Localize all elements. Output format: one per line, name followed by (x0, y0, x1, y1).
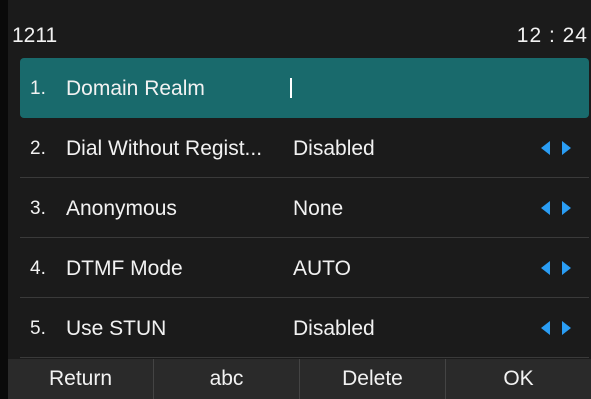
settings-list: 1. Domain Realm 2. Dial Without Regist..… (20, 58, 589, 358)
list-item-dtmf-mode[interactable]: 4. DTMF Mode AUTO (20, 238, 589, 298)
list-item-anonymous[interactable]: 3. Anonymous None (20, 178, 589, 238)
item-label: Dial Without Regist... (66, 137, 263, 160)
list-item-dial-without-registration[interactable]: 2. Dial Without Regist... Disabled (20, 118, 589, 178)
item-index: 2. (30, 138, 46, 159)
left-right-arrows-icon[interactable] (539, 260, 573, 276)
item-label: Anonymous (66, 197, 177, 220)
item-index: 4. (30, 258, 46, 279)
left-right-arrows-icon[interactable] (539, 140, 573, 156)
text-cursor (290, 78, 292, 98)
screen-bezel (0, 0, 8, 399)
left-right-arrows-icon[interactable] (539, 200, 573, 216)
abc-softkey[interactable]: abc (154, 359, 300, 399)
account-label: 1211 (12, 24, 58, 47)
status-bar: 1211 12 : 24 (8, 0, 591, 54)
softkey-bar: Return abc Delete OK (8, 359, 591, 399)
phone-screen: 1211 12 : 24 1. Domain Realm 2. Dial Wit… (0, 0, 591, 399)
left-right-arrows-icon[interactable] (539, 320, 573, 336)
list-item-domain-realm[interactable]: 1. Domain Realm (20, 58, 589, 118)
item-label: DTMF Mode (66, 257, 183, 280)
item-index: 1. (30, 78, 46, 99)
delete-softkey[interactable]: Delete (300, 359, 446, 399)
item-value: None (293, 197, 344, 220)
return-softkey[interactable]: Return (8, 359, 154, 399)
item-index: 3. (30, 198, 46, 219)
list-item-use-stun[interactable]: 5. Use STUN Disabled (20, 298, 589, 358)
item-value: Disabled (293, 317, 375, 340)
item-label: Domain Realm (66, 77, 205, 100)
item-value: AUTO (293, 257, 351, 280)
clock: 12 : 24 (516, 24, 588, 47)
item-index: 5. (30, 318, 46, 339)
ok-softkey[interactable]: OK (446, 359, 591, 399)
item-label: Use STUN (66, 317, 167, 340)
item-value: Disabled (293, 137, 375, 160)
